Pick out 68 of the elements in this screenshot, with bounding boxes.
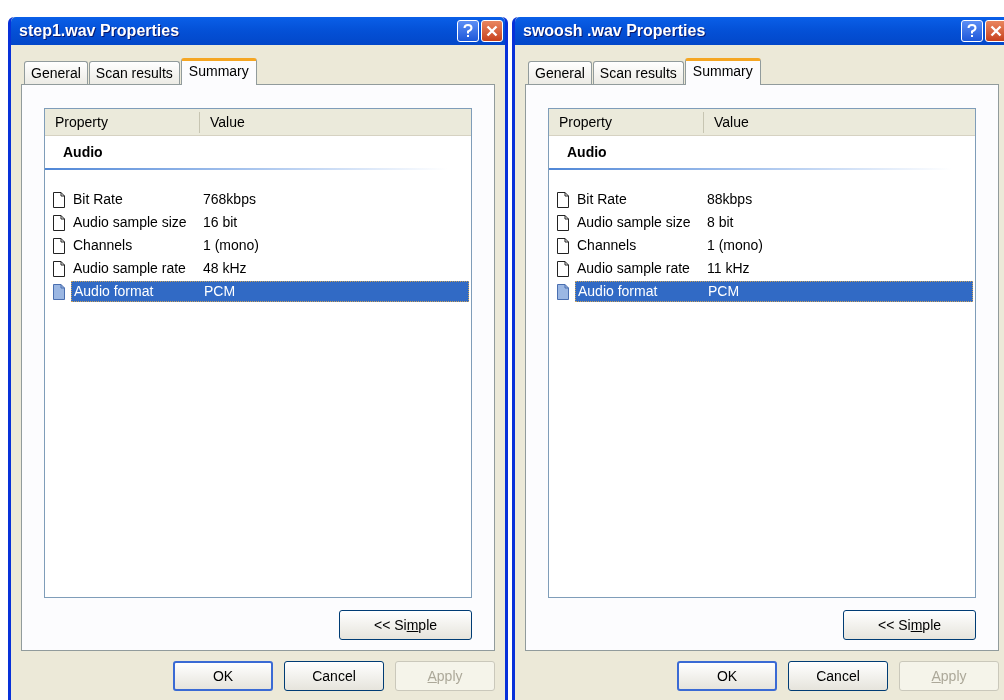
tab[interactable]: Summary	[684, 58, 761, 85]
property-name: Audio sample rate	[576, 259, 691, 278]
property-value: 1 (mono)	[707, 236, 764, 255]
tab[interactable]: Scan results	[88, 61, 180, 84]
list-row[interactable]: Audio format PCM	[575, 281, 973, 302]
property-name: Bit Rate	[72, 190, 124, 209]
ok-button[interactable]: OK	[173, 661, 273, 691]
property-name: Audio sample rate	[72, 259, 187, 278]
property-name: Audio format	[577, 282, 659, 301]
list-row[interactable]: Audio sample size 8 bit	[575, 212, 973, 233]
column-header[interactable]: Value	[704, 111, 749, 133]
list-row[interactable]: Audio sample rate 11 kHz	[575, 258, 973, 279]
list-row[interactable]: Bit Rate 88kbps	[575, 189, 973, 210]
document-icon	[53, 214, 65, 231]
simple-view-button[interactable]: << Simple	[843, 610, 976, 640]
property-value: 768kbps	[203, 190, 256, 209]
document-icon	[53, 260, 65, 277]
simple-view-button[interactable]: << Simple	[339, 610, 472, 640]
property-name: Bit Rate	[576, 190, 628, 209]
list-row[interactable]: Audio format PCM	[71, 281, 469, 302]
document-icon	[557, 214, 569, 231]
tab[interactable]: General	[24, 61, 88, 84]
column-header[interactable]: Property	[45, 111, 200, 133]
document-icon	[557, 260, 569, 277]
property-value: 48 kHz	[203, 259, 247, 278]
property-value: 1 (mono)	[203, 236, 260, 255]
close-button[interactable]	[481, 20, 503, 42]
document-icon	[557, 237, 569, 254]
close-icon	[486, 25, 498, 37]
document-icon	[53, 237, 65, 254]
group-header: Audio	[63, 144, 103, 160]
close-button[interactable]	[985, 20, 1004, 42]
property-value: 11 kHz	[707, 259, 750, 278]
list-row[interactable]: Channels 1 (mono)	[71, 235, 469, 256]
property-name: Audio sample size	[576, 213, 692, 232]
list-row[interactable]: Audio sample size 16 bit	[71, 212, 469, 233]
document-icon	[557, 283, 569, 300]
list-row[interactable]: Audio sample rate 48 kHz	[71, 258, 469, 279]
property-value: 8 bit	[707, 213, 734, 232]
document-icon	[53, 283, 65, 300]
tab[interactable]: Summary	[180, 58, 257, 85]
property-value: PCM	[204, 282, 236, 301]
window-title: swoosh .wav Properties	[523, 21, 706, 41]
help-icon	[463, 24, 473, 38]
ok-button[interactable]: OK	[677, 661, 777, 691]
close-icon	[990, 25, 1002, 37]
property-name: Audio format	[73, 282, 155, 301]
help-button[interactable]	[961, 20, 983, 42]
tab[interactable]: Scan results	[592, 61, 684, 84]
help-button[interactable]	[457, 20, 479, 42]
window-title: step1.wav Properties	[19, 21, 180, 41]
cancel-button[interactable]: Cancel	[284, 661, 384, 691]
column-header[interactable]: Property	[549, 111, 704, 133]
property-value: 88kbps	[707, 190, 753, 209]
property-name: Channels	[576, 236, 638, 255]
document-icon	[557, 191, 569, 208]
property-value: PCM	[708, 282, 740, 301]
property-name: Channels	[72, 236, 134, 255]
list-row[interactable]: Bit Rate 768kbps	[71, 189, 469, 210]
column-header[interactable]: Value	[200, 111, 245, 133]
cancel-button[interactable]: Cancel	[788, 661, 888, 691]
list-row[interactable]: Channels 1 (mono)	[575, 235, 973, 256]
tab[interactable]: General	[528, 61, 592, 84]
group-header: Audio	[567, 144, 607, 160]
property-value: 16 bit	[203, 213, 238, 232]
document-icon	[53, 191, 65, 208]
help-icon	[967, 24, 977, 38]
property-name: Audio sample size	[72, 213, 188, 232]
